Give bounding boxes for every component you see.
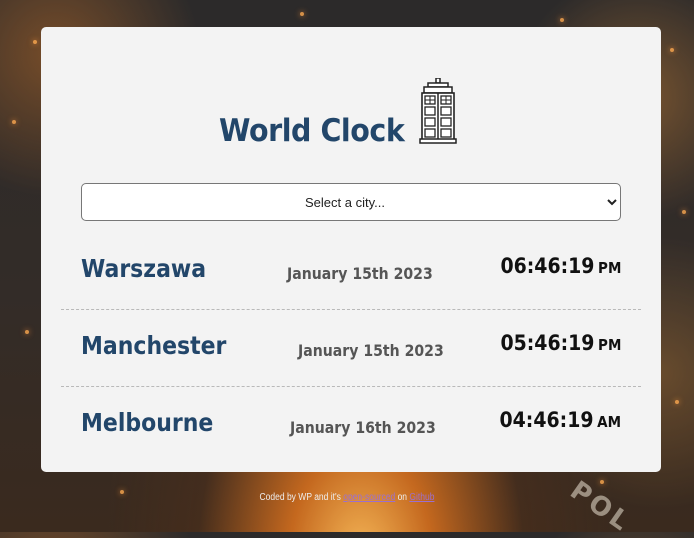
city-time: 04:46:19 AM [499,408,621,432]
city-date: January 16th 2023 [290,418,436,437]
city-row-manchester: Manchester January 15th 2023 05:46:19 PM [61,309,641,387]
time-period: PM [597,259,621,277]
time-value: 05:46:19 [500,331,595,355]
time-value: 04:46:19 [499,408,594,432]
time-period: PM [597,336,621,354]
github-link[interactable]: Github [409,492,434,503]
time-period: AM [597,413,621,431]
city-row-melbourne: Melbourne January 16th 2023 04:46:19 AM [61,386,641,463]
clock-card: World Clock Select a city... Warszawa Ja… [41,27,661,472]
header: World Clock [41,75,661,150]
footer-text-middle: on [395,492,410,503]
city-date: January 15th 2023 [298,341,444,360]
city-name: Warszawa [81,254,207,283]
tardis-police-box-icon [419,78,457,144]
city-time: 06:46:19 PM [500,254,621,278]
footer: Coded by WP and it's open-sourced on Git… [52,492,642,503]
city-date: January 15th 2023 [287,264,433,283]
time-value: 06:46:19 [500,254,595,278]
city-time: 05:46:19 PM [500,331,621,355]
footer-text: Coded by WP and it's [259,492,344,503]
city-name: Manchester [81,331,227,360]
city-row-warszawa: Warszawa January 15th 2023 06:46:19 PM [61,232,641,310]
city-name: Melbourne [81,408,214,437]
open-source-link[interactable]: open-sourced [343,492,395,503]
page-title: World Clock [219,113,405,149]
police-box-sign: POL [564,475,637,538]
city-select[interactable]: Select a city... [81,183,621,221]
